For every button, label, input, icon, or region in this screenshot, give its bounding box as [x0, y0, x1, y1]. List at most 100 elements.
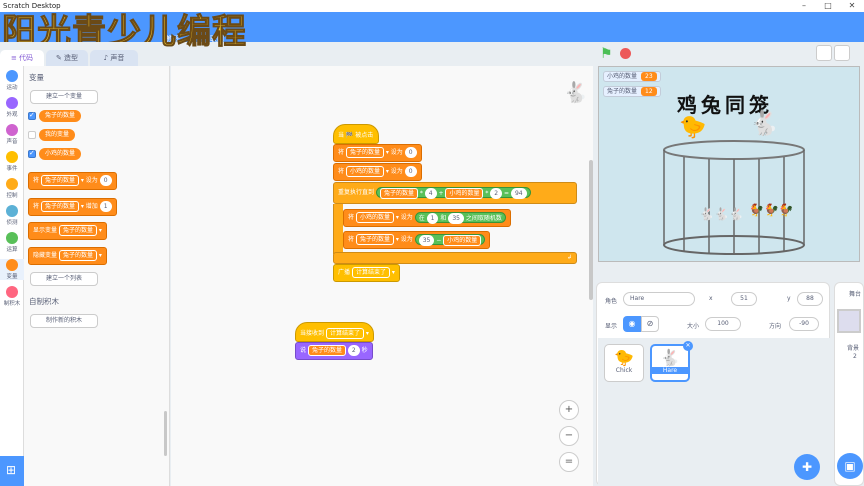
tab-sounds[interactable]: ♪ 声音	[90, 50, 138, 66]
category-looks[interactable]: 外观	[0, 97, 24, 118]
show-label: 显示	[605, 323, 618, 330]
x-input[interactable]: 51	[731, 292, 757, 306]
extension-button[interactable]: ⊞	[0, 456, 24, 486]
palette-hide-var-block[interactable]: 隐藏变量 兔子的数量 ▾	[28, 247, 107, 265]
sprite-thumb-hare[interactable]: 🐇 Hare ✕	[650, 341, 693, 382]
stage-thumbnail[interactable]	[837, 309, 861, 333]
direction-label: 方向	[769, 323, 782, 330]
make-block-button[interactable]: 制作新的积木	[30, 314, 98, 328]
size-label: 大小	[687, 323, 700, 330]
monitor-rabbits[interactable]: 兔子的数量 12	[603, 86, 661, 97]
stage-target-panel[interactable]: 舞台 背景 2 ▣	[834, 282, 864, 486]
var-reporter-rabbits[interactable]: 兔子的数量	[39, 110, 82, 122]
stage-label: 舞台	[849, 291, 862, 298]
show-sprite-button[interactable]: ◉	[623, 316, 641, 332]
zoom-in-button[interactable]: +	[559, 400, 579, 420]
var-checkbox-chicks[interactable]	[28, 149, 36, 158]
sound-dot-icon	[6, 124, 18, 136]
make-list-button[interactable]: 建立一个列表	[30, 272, 98, 286]
roosters-group-icon: 🐓🐓🐓	[749, 203, 794, 217]
large-stage-button[interactable]	[834, 45, 850, 61]
hide-sprite-button[interactable]: ⊘	[641, 316, 659, 332]
category-motion[interactable]: 运动	[0, 70, 24, 91]
make-variable-button[interactable]: 建立一个变量	[30, 90, 98, 104]
palette-show-var-block[interactable]: 显示变量 兔子的数量 ▾	[28, 222, 107, 240]
zoom-out-icon: −	[564, 430, 574, 441]
backdrops-count: 2	[853, 353, 857, 360]
sprite-list: 🐤 Chick 🐇 Hare ✕ ✚	[598, 338, 830, 486]
category-sensing[interactable]: 侦测	[0, 205, 24, 226]
category-sound[interactable]: 声音	[0, 124, 24, 145]
set-rabbits-block[interactable]: 将 兔子的数量 ▾ 设为 0	[333, 144, 422, 162]
set-chicks-block[interactable]: 将 小鸡的数量 ▾ 设为 0	[333, 163, 422, 181]
category-variables[interactable]: 变量	[0, 259, 24, 280]
palette-scrollbar[interactable]	[164, 411, 167, 456]
eye-icon: ◉	[628, 319, 636, 328]
sprite-thumb-chick[interactable]: 🐤 Chick	[604, 344, 644, 382]
looks-dot-icon	[6, 97, 18, 109]
y-input[interactable]: 88	[797, 292, 823, 306]
zoom-reset-icon: =	[564, 456, 574, 467]
palette-set-block[interactable]: 将 兔子的数量 ▾ 设为 0	[28, 172, 117, 190]
minimize-button[interactable]: –	[792, 0, 816, 12]
add-backdrop-button[interactable]: ▣	[837, 453, 863, 479]
myblocks-dot-icon	[6, 286, 18, 298]
repeat-until-footer: ↲	[333, 252, 577, 264]
variables-dot-icon	[6, 259, 18, 271]
stage[interactable]: 小鸡的数量 23 兔子的数量 12 鸡兔同笼 🐤 🐇 🐇🐇🐇 🐓🐓🐓	[598, 66, 860, 262]
script-scrollbar[interactable]	[589, 160, 593, 300]
sprite-name-input[interactable]: Hare	[623, 292, 695, 306]
delete-sprite-icon[interactable]: ✕	[683, 341, 693, 351]
set-chicks-random-block[interactable]: 将 小鸡的数量 ▾ 设为 在 1 和 35 之间取随机数	[343, 209, 511, 227]
equals-operator[interactable]: 兔子的数量 * 4 + 小鸡的数量 * 2 = 94	[375, 187, 531, 199]
repeat-until-arm	[333, 204, 343, 254]
maximize-button[interactable]: □	[816, 0, 840, 12]
hare-sprite-icon[interactable]: 🐇	[749, 109, 779, 137]
events-dot-icon	[6, 151, 18, 163]
chick-sprite-icon[interactable]: 🐤	[679, 115, 706, 140]
editor-tabs: ≡ 代码 ✎ 造型 ♪ 声音	[0, 42, 160, 66]
hare-thumb-icon: 🐇	[660, 348, 680, 367]
backdrop-plus-icon: ▣	[844, 459, 856, 473]
script-area[interactable]: 🐇 当 🏁 被点击 将 兔子的数量 ▾ 设为 0 将 小鸡的数量 ▾ 设为 0 …	[171, 66, 593, 486]
stage-header: ⚑	[596, 42, 864, 66]
repeat-until-block[interactable]: 重复执行直到 兔子的数量 * 4 + 小鸡的数量 * 2 = 94	[333, 182, 577, 204]
x-label: x	[709, 295, 713, 302]
var-reporter-myvar[interactable]: 我的变量	[39, 129, 76, 141]
variables-heading: 变量	[29, 73, 44, 82]
rabbits-group-icon: 🐇🐇🐇	[699, 207, 744, 221]
broadcast-block[interactable]: 广播 计算结束了 ▾	[333, 264, 400, 282]
category-operators[interactable]: 运算	[0, 232, 24, 253]
stop-icon[interactable]	[620, 48, 631, 59]
small-stage-button[interactable]	[816, 45, 832, 61]
direction-input[interactable]: -90	[789, 317, 819, 331]
green-flag-icon[interactable]: ⚑	[600, 46, 613, 62]
var-reporter-chicks[interactable]: 小鸡的数量	[39, 148, 82, 160]
tab-costumes[interactable]: ✎ 造型	[46, 50, 88, 66]
palette-change-block[interactable]: 将 兔子的数量 ▾ 增加 1	[28, 198, 117, 216]
when-flag-clicked-block[interactable]: 当 🏁 被点击	[333, 124, 379, 144]
add-sprite-button[interactable]: ✚	[794, 454, 820, 480]
monitor-chicks[interactable]: 小鸡的数量 23	[603, 71, 661, 82]
brush-icon: ✎	[55, 54, 65, 62]
category-menu: 运动 外观 声音 事件 控制 侦测 运算 变量 制积木 ⊞	[0, 66, 24, 486]
size-input[interactable]: 100	[705, 317, 741, 331]
zoom-out-button[interactable]: −	[559, 426, 579, 446]
category-events[interactable]: 事件	[0, 151, 24, 172]
zoom-reset-button[interactable]: =	[559, 452, 579, 472]
when-receive-block[interactable]: 当接收到 计算结束了 ▾	[295, 322, 374, 342]
close-button[interactable]: ✕	[840, 0, 864, 12]
var-checkbox-rabbits[interactable]	[28, 111, 36, 120]
set-rabbits-minus-block[interactable]: 将 兔子的数量 ▾ 设为 35 − 小鸡的数量	[343, 231, 491, 249]
operators-dot-icon	[6, 232, 18, 244]
var-checkbox-myvar[interactable]	[28, 131, 36, 139]
category-control[interactable]: 控制	[0, 178, 24, 199]
backdrops-label: 背景	[847, 345, 860, 352]
sprite-label: 角色	[605, 298, 618, 305]
category-myblocks[interactable]: 制积木	[0, 286, 24, 307]
say-for-secs-block[interactable]: 说 兔子的数量 2 秒	[295, 342, 373, 360]
sensing-dot-icon	[6, 205, 18, 217]
tab-code[interactable]: ≡ 代码	[0, 50, 44, 66]
sprite-watermark-icon: 🐇	[563, 80, 588, 104]
zoom-in-icon: +	[564, 404, 574, 415]
